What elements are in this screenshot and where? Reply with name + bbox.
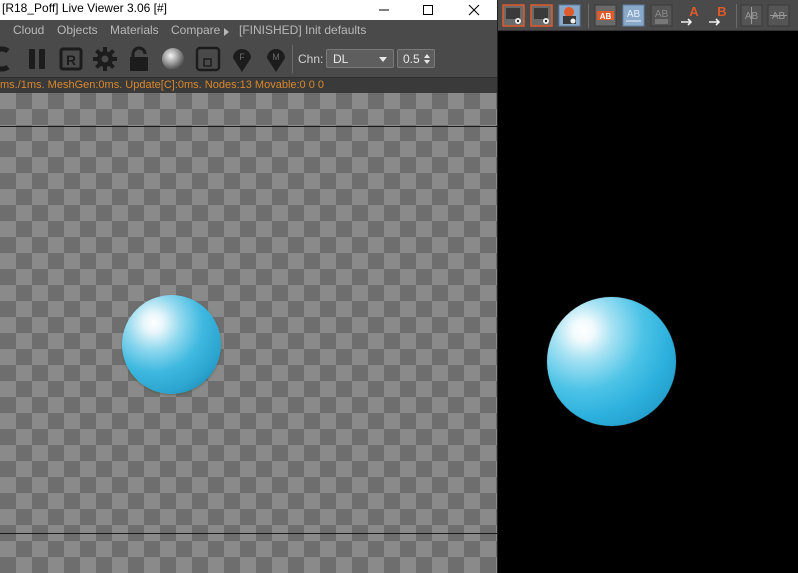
ab-red-button[interactable]: AB [593,3,618,28]
close-button[interactable] [454,0,494,20]
snapshot-b-icon [530,4,553,27]
chevron-down-icon [379,57,387,62]
ab-gray-label: AB [655,9,669,20]
viewer-toolbar: R F M Chn: DL 0.5 [0,41,497,78]
material-pick-icon: M [267,49,285,72]
stepper-arrows-icon [424,54,430,64]
maximize-button[interactable] [408,0,448,20]
settings-gear-icon [93,47,117,71]
region-boundary-bottom [0,533,497,534]
window-title: [R18_Poff] Live Viewer 3.06 [#] [2,1,167,15]
ab-blue-label: AB [627,9,641,20]
settings-button[interactable] [89,43,121,75]
material-ball-icon [162,48,184,70]
ab-split-vertical-button[interactable]: AB [739,3,764,28]
ab-red-icon: AB [594,4,617,27]
lock-icon [130,46,148,71]
pause-render-button[interactable] [21,43,53,75]
focus-pick-button[interactable]: F [226,43,258,75]
region-render-button[interactable]: R [55,43,87,75]
compare-toolbar: AB AB AB A B AB AB [498,0,798,31]
minimize-button[interactable] [364,0,404,20]
send-to-b-label: B [717,4,726,19]
focus-pick-icon: F [233,49,251,72]
exposure-value: 0.5 [403,52,420,66]
compare-window: AB AB AB A B AB AB [498,0,798,573]
compare-submenu-arrow-icon [224,28,229,36]
snapshot-compare-icon [558,4,581,27]
region-render-icon: R [59,47,83,71]
restart-icon [0,46,10,72]
live-viewer-window: [R18_Poff] Live Viewer 3.06 [#] Cloud Ob… [0,0,497,573]
ab-blue-icon: AB [622,4,645,27]
lock-button[interactable] [123,43,155,75]
ab-split-horizontal-button[interactable]: AB [766,3,791,28]
restart-render-button[interactable] [0,43,18,75]
send-to-b-button[interactable]: B [707,3,732,28]
ab-gray-icon: AB [650,4,673,27]
menu-objects[interactable]: Objects [57,23,98,37]
render-status-text: [FINISHED] Init defaults [239,23,367,37]
render-stats-text: ms./1ms. MeshGen:0ms. Update[C]:0ms. Nod… [0,79,325,91]
frame-button[interactable] [192,43,224,75]
maximize-icon [423,5,433,15]
channel-value: DL [333,52,349,66]
menu-materials[interactable]: Materials [110,23,159,37]
ab-split-horizontal-label: AB [772,11,786,22]
material-pick-button[interactable]: M [260,43,292,75]
ab-gray-button[interactable]: AB [649,3,674,28]
svg-text:F: F [239,52,245,62]
snapshot-a-icon [502,4,525,27]
ab-split-horizontal-icon: AB [767,4,790,27]
compare-toolbar-divider [588,4,589,28]
channel-select[interactable]: DL [326,49,394,68]
svg-text:M: M [272,52,280,62]
snapshot-compare-button[interactable] [557,3,582,28]
title-bar[interactable]: [R18_Poff] Live Viewer 3.06 [#] [0,0,497,20]
close-icon [468,4,480,16]
menu-compare[interactable]: Compare [171,23,220,37]
exposure-stepper[interactable]: 0.5 [397,49,435,68]
pause-icon [29,49,45,69]
send-to-b-icon: B [709,4,727,26]
send-to-a-label: A [689,4,699,19]
send-to-a-icon: A [681,4,699,26]
ab-red-label: AB [600,12,612,21]
compare-toolbar-divider-2 [736,4,737,28]
ab-blue-button[interactable]: AB [621,3,646,28]
ab-split-vertical-icon: AB [740,4,763,27]
menu-bar: Cloud Objects Materials Compare [FINISHE… [0,20,497,41]
snapshot-b-button[interactable] [529,3,554,28]
snapshot-sphere [547,297,676,426]
send-to-a-button[interactable]: A [679,3,704,28]
material-preview-button[interactable] [157,43,189,75]
render-viewport[interactable] [0,93,497,573]
toolbar-divider [292,45,293,73]
frame-icon [195,46,221,72]
minimize-icon [379,9,389,11]
svg-text:R: R [66,52,76,68]
rendered-sphere [122,295,221,394]
region-boundary-top [0,126,497,127]
menu-cloud[interactable]: Cloud [13,23,44,37]
snapshot-a-button[interactable] [501,3,526,28]
channel-label: Chn: [298,52,324,66]
